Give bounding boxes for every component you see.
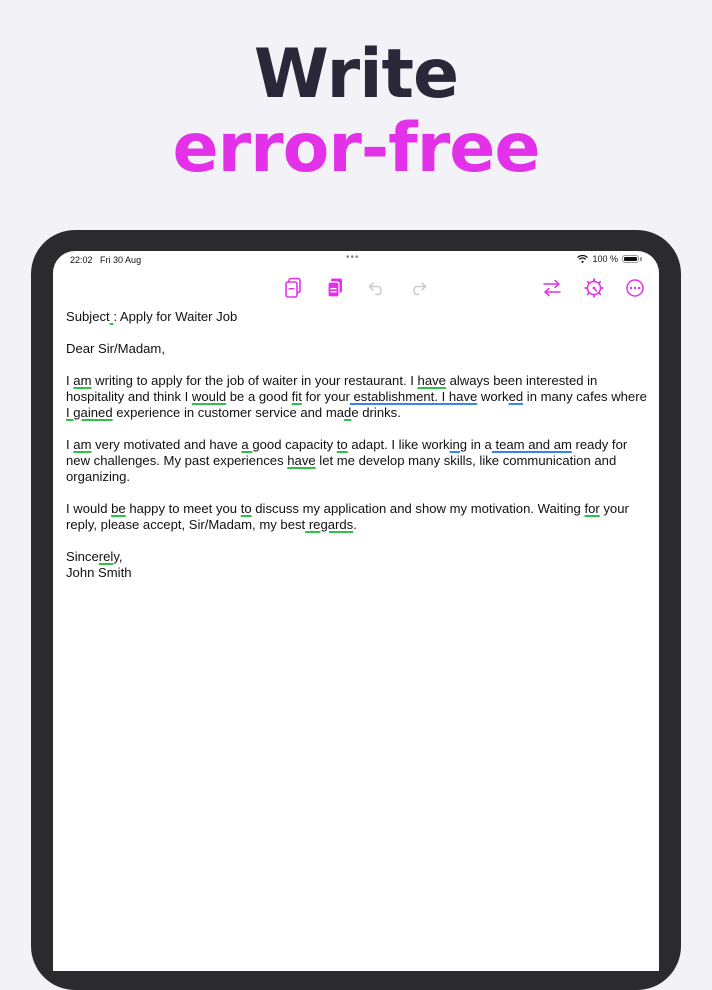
grammar-suggestion[interactable]: be xyxy=(111,501,126,516)
text-run: good capacity xyxy=(252,437,337,452)
promo-headline: Write error-free xyxy=(0,38,712,186)
undo-button[interactable] xyxy=(364,275,390,301)
paste-icon xyxy=(327,278,342,298)
text-run: I would xyxy=(66,501,112,516)
text-run: be a good xyxy=(226,389,292,404)
status-clock: 22:02 xyxy=(70,255,93,265)
text-run: work xyxy=(477,389,509,404)
grammar-suggestion[interactable]: have xyxy=(287,453,315,468)
text-run: writing to apply for the job of waiter i… xyxy=(91,373,418,388)
style-suggestion[interactable]: ed xyxy=(509,389,524,404)
text-run: y, xyxy=(113,549,123,564)
grammar-suggestion[interactable]: for xyxy=(584,501,599,516)
style-suggestion[interactable]: establishment. I have xyxy=(350,389,478,404)
letter-subject: Subject : Apply for Waiter Job xyxy=(66,309,651,325)
style-suggestion[interactable]: ing xyxy=(450,437,467,452)
headline-line-2: error-free xyxy=(172,109,540,188)
multitasking-dots-icon[interactable]: ••• xyxy=(346,252,360,263)
more-icon xyxy=(626,279,644,297)
battery-cap xyxy=(640,257,642,261)
text-run: very motivated and have xyxy=(91,437,242,452)
text-run: Dear Sir/Madam, xyxy=(66,341,165,356)
copy-button[interactable] xyxy=(281,275,307,301)
text-run: in a xyxy=(467,437,492,452)
text-run: e drinks. xyxy=(351,405,401,420)
text-run: happy to meet you xyxy=(125,501,241,516)
paste-button[interactable] xyxy=(323,275,349,301)
headline-line-1: Write xyxy=(253,35,459,114)
text-run: Subject xyxy=(66,309,110,324)
swap-icon xyxy=(543,279,561,297)
more-button[interactable] xyxy=(622,275,648,301)
tablet-screen: 22:02 Fri 30 Aug ••• 100 % Subject: App… xyxy=(53,251,659,971)
redo-icon xyxy=(413,282,427,296)
status-bar: 22:02 Fri 30 Aug ••• 100 % xyxy=(53,251,659,269)
swap-button[interactable] xyxy=(539,275,565,301)
battery-icon xyxy=(622,255,639,263)
settings-icon xyxy=(584,278,604,298)
redo-button[interactable] xyxy=(405,275,431,301)
grammar-suggestion[interactable]: I gained xyxy=(66,405,113,420)
status-date: Fri 30 Aug xyxy=(100,255,142,265)
grammar-suggestion[interactable]: would xyxy=(192,389,226,404)
document-editor[interactable]: Subject : Apply for Waiter Job Dear Sir/… xyxy=(66,309,651,597)
letter-closing: Sincerely, xyxy=(66,549,651,565)
grammar-suggestion[interactable]: regards xyxy=(305,517,353,532)
grammar-suggestion[interactable]: rel xyxy=(99,549,114,564)
undo-icon xyxy=(368,282,382,296)
grammar-suggestion[interactable]: a xyxy=(241,437,252,452)
editor-toolbar xyxy=(53,275,659,301)
copy-icon xyxy=(285,277,301,298)
text-run: Apply for Waiter Job xyxy=(116,309,238,324)
text-run: in many cafes where xyxy=(523,389,647,404)
status-right: 100 % xyxy=(577,254,642,264)
grammar-suggestion[interactable]: fit xyxy=(292,389,302,404)
text-run: adapt. I like work xyxy=(347,437,450,452)
grammar-suggestion[interactable]: have xyxy=(418,373,446,388)
letter-paragraph-3: I would be happy to meet you to discuss … xyxy=(66,501,651,533)
grammar-suggestion[interactable]: am xyxy=(73,373,91,388)
letter-paragraph-2: I am very motivated and have a good capa… xyxy=(66,437,651,485)
grammar-suggestion[interactable]: am xyxy=(73,437,91,452)
battery-percent: 100 % xyxy=(592,254,618,264)
text-run: discuss my application and show my motiv… xyxy=(251,501,585,516)
grammar-suggestion[interactable]: to xyxy=(241,501,252,516)
text-run: . xyxy=(353,517,357,532)
grammar-suggestion[interactable]: to xyxy=(337,437,348,452)
letter-greeting: Dear Sir/Madam, xyxy=(66,341,651,357)
letter-signature: John Smith xyxy=(66,565,651,581)
wifi-icon xyxy=(577,255,589,263)
letter-paragraph-1: I am writing to apply for the job of wai… xyxy=(66,373,651,421)
settings-button[interactable] xyxy=(581,275,607,301)
text-run: Since xyxy=(66,549,99,564)
status-time: 22:02 Fri 30 Aug xyxy=(70,255,141,265)
text-run: for your xyxy=(301,389,350,404)
text-run: John Smith xyxy=(66,565,132,580)
style-suggestion[interactable]: team and am xyxy=(492,437,571,452)
text-run: experience in customer service and ma xyxy=(112,405,345,420)
